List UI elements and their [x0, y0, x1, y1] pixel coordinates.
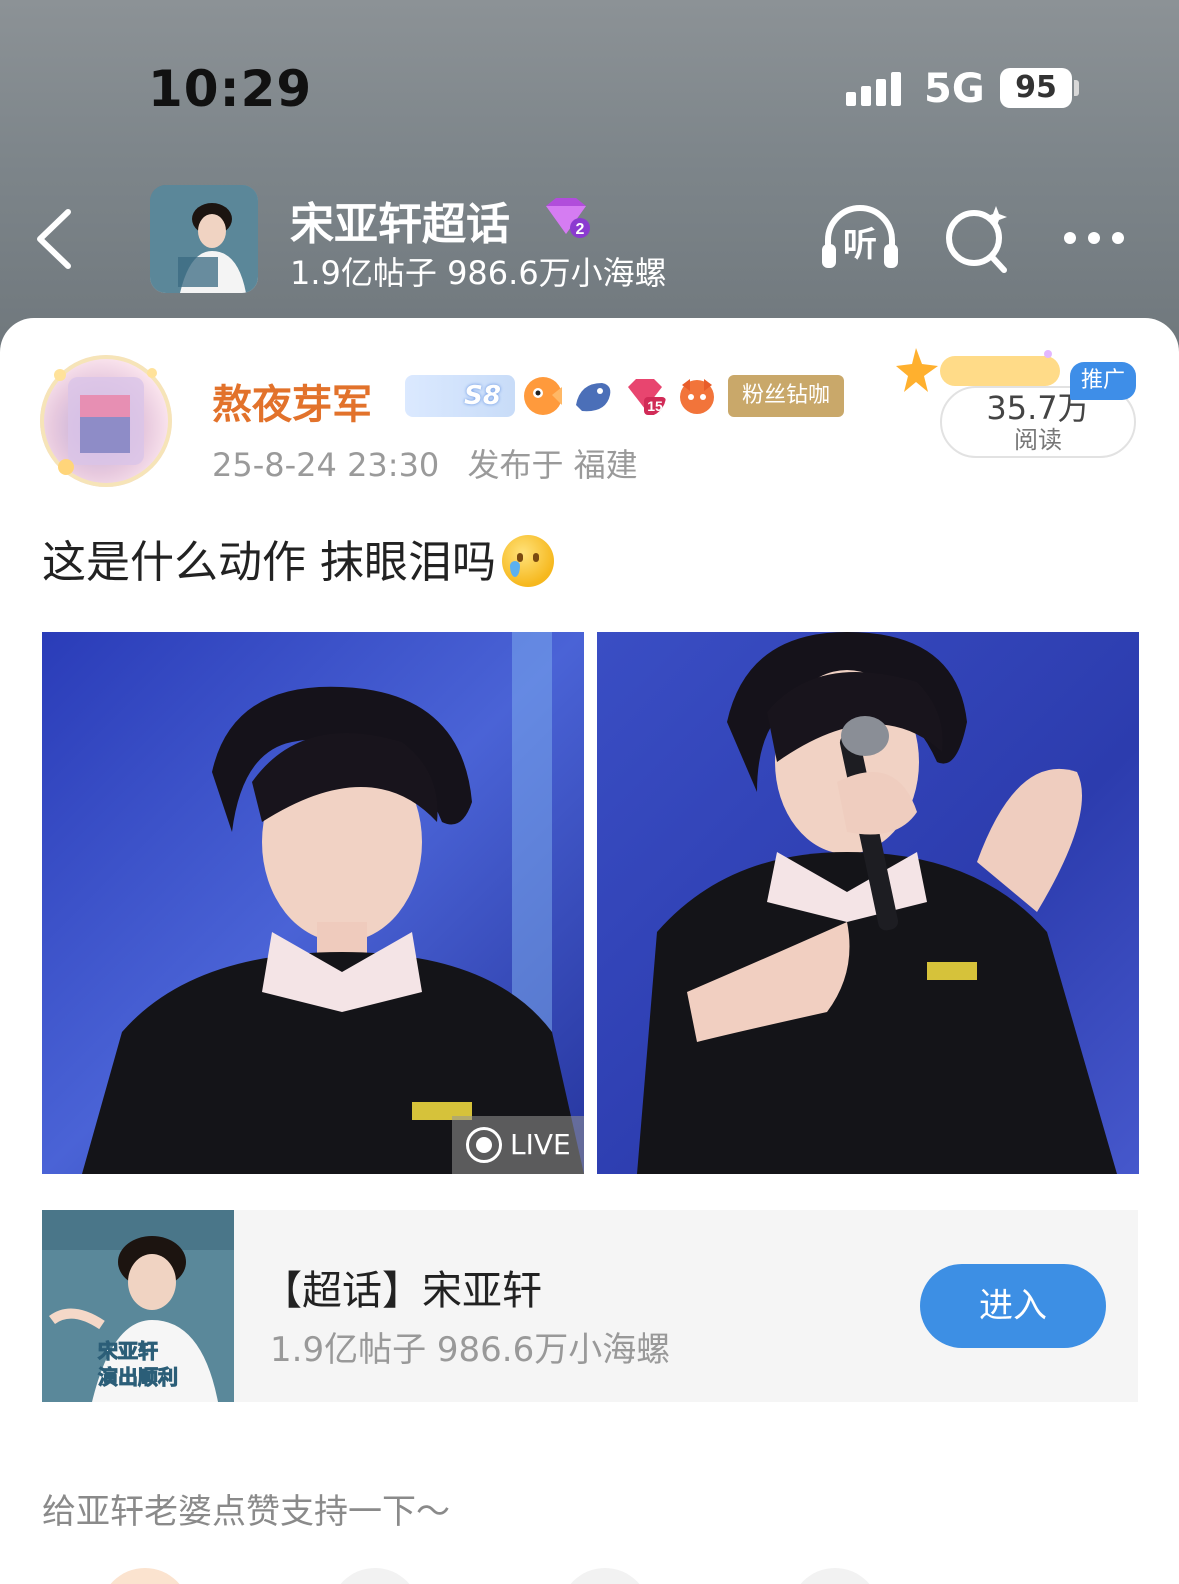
diamond-badge-level: 2	[576, 221, 585, 238]
liker-avatar[interactable]	[330, 1568, 420, 1584]
listen-button[interactable]: 听	[818, 200, 902, 276]
header-background	[0, 0, 1179, 360]
topic-card[interactable]: 宋亚轩 演出顺利 【超话】宋亚轩 1.9亿帖子 986.6万小海螺 进入	[42, 1210, 1138, 1402]
whale-badge-icon[interactable]	[572, 375, 614, 417]
post-image-2[interactable]	[597, 632, 1139, 1174]
listen-label: 听	[843, 225, 877, 265]
topic-avatar[interactable]	[150, 185, 258, 293]
like-prompt: 给亚轩老婆点赞支持一下～	[42, 1492, 450, 1532]
level-badge[interactable]: S8	[405, 375, 515, 417]
headphone-icon: 听	[822, 205, 898, 268]
post-location: 发布于 福建	[467, 446, 638, 484]
fish-badge-icon[interactable]	[522, 375, 564, 417]
gift-level-badge-icon[interactable]: 15	[624, 375, 666, 417]
crying-emoji-icon	[502, 535, 554, 587]
status-time: 10:29	[148, 60, 313, 118]
author-avatar-art	[54, 368, 157, 475]
more-icon	[1064, 232, 1124, 244]
live-label: LIVE	[510, 1128, 571, 1161]
post-image-2-art	[597, 632, 1139, 1174]
topic-avatar-art	[150, 185, 258, 293]
network-type: 5G	[924, 66, 985, 112]
topic-card-cover-art: 宋亚轩 演出顺利	[42, 1210, 234, 1402]
topic-title: 宋亚轩超话	[290, 199, 510, 250]
liker-avatar[interactable]	[560, 1568, 650, 1584]
author-name[interactable]: 熬夜芽军	[212, 372, 372, 430]
post-image-1-art	[42, 632, 584, 1174]
fan-badge[interactable]: 粉丝钻咖	[728, 375, 844, 417]
author-avatar[interactable]	[40, 355, 172, 487]
search-button[interactable]	[940, 200, 1024, 276]
topic-card-stats: 1.9亿帖子 986.6万小海螺	[270, 1330, 671, 1370]
post-time: 25-8-24 23:30	[212, 446, 440, 484]
post-meta: 25-8-24 23:30 发布于 福建	[212, 440, 638, 486]
post-content: 这是什么动作 抹眼泪吗	[42, 526, 554, 590]
post-image-1[interactable]: LIVE	[42, 632, 584, 1174]
live-badge[interactable]: LIVE	[452, 1116, 584, 1174]
fox-badge-icon[interactable]	[676, 375, 718, 417]
bottom-avatars	[0, 1544, 1179, 1584]
topic-card-title: 【超话】宋亚轩	[262, 1268, 542, 1314]
cover-text-2: 演出顺利	[98, 1365, 178, 1389]
back-button[interactable]	[32, 204, 82, 274]
topic-card-cover: 宋亚轩 演出顺利	[42, 1210, 234, 1402]
signal-icon	[846, 70, 906, 106]
liker-avatar[interactable]	[790, 1568, 880, 1584]
search-icon	[946, 206, 1007, 273]
post-text: 这是什么动作 抹眼泪吗	[42, 537, 496, 588]
back-icon	[37, 209, 71, 269]
battery-indicator: 95	[1000, 68, 1072, 108]
enter-button[interactable]: 进入	[920, 1264, 1106, 1348]
live-icon	[466, 1127, 502, 1163]
topic-stats: 1.9亿帖子 986.6万小海螺	[290, 254, 667, 292]
read-label: 阅读	[1014, 426, 1062, 454]
battery-tip	[1074, 80, 1079, 96]
more-button[interactable]	[1058, 200, 1142, 276]
cover-text-1: 宋亚轩	[98, 1339, 158, 1363]
promo-tag: 推广	[1070, 362, 1136, 400]
liker-avatar[interactable]	[100, 1568, 190, 1584]
diamond-badge-icon: 2	[546, 198, 590, 238]
